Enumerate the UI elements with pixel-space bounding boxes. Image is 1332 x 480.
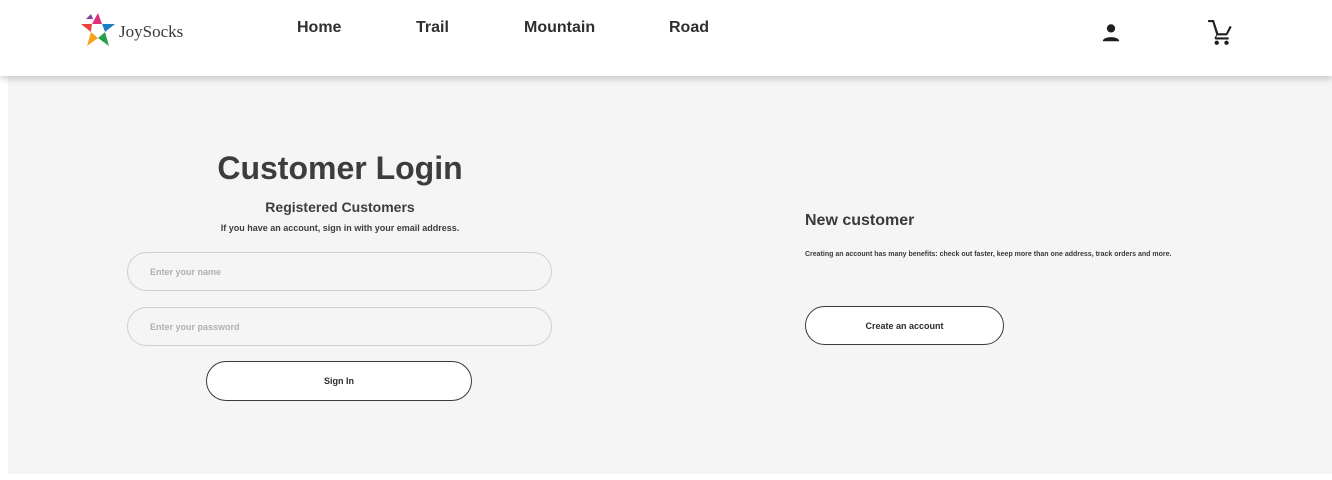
page-footer-gap — [672, 474, 1332, 480]
name-input[interactable] — [127, 252, 552, 291]
page-title: Customer Login — [217, 150, 463, 186]
new-customer-heading: New customer — [805, 212, 915, 229]
brand-name: JoySocks — [119, 22, 184, 41]
cart-button[interactable] — [1207, 20, 1233, 51]
star-logo-icon — [81, 13, 115, 46]
registered-customers-heading: Registered Customers — [265, 199, 415, 215]
new-customer-description: Creating an account has many benefits: c… — [805, 251, 1172, 258]
cart-icon — [1208, 20, 1232, 45]
sign-in-hint: If you have an account, sign in with you… — [220, 223, 460, 233]
user-icon — [1102, 24, 1120, 42]
nav-home[interactable]: Home — [297, 19, 341, 37]
brand-logo[interactable]: JoySocks — [78, 10, 183, 50]
nav-trail[interactable]: Trail — [416, 19, 449, 37]
login-page-content: Customer Login Registered Customers If y… — [8, 76, 1332, 474]
account-button[interactable] — [1100, 22, 1122, 49]
create-account-button[interactable]: Create an account — [805, 306, 1004, 345]
site-header: JoySocks Home Trail Mountain Road — [0, 0, 1332, 76]
password-input[interactable] — [127, 307, 552, 346]
sign-in-button[interactable]: Sign In — [206, 361, 472, 401]
nav-road[interactable]: Road — [669, 19, 709, 37]
nav-mountain[interactable]: Mountain — [524, 19, 595, 37]
